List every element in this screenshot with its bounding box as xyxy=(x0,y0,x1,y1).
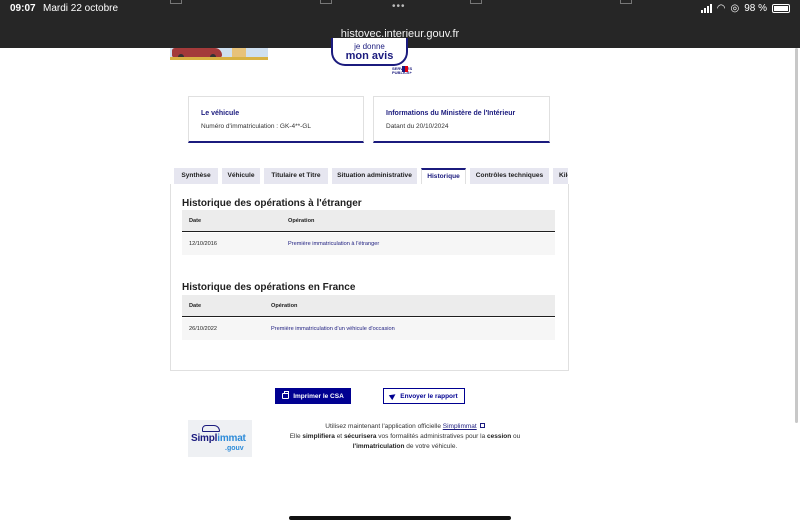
table-row: 26/10/2022 Première immatriculation d'un… xyxy=(182,318,555,340)
simplimmat-logo[interactable]: Simplimmat .gouv xyxy=(188,420,252,457)
tab-hint xyxy=(620,0,632,4)
tab-titulaire[interactable]: Titulaire et Titre xyxy=(264,168,328,184)
send-report-button[interactable]: Envoyer le rapport xyxy=(383,388,465,404)
simplimmat-logo-gouv: .gouv xyxy=(225,445,244,452)
home-indicator[interactable] xyxy=(289,516,511,520)
status-time: 09:07 xyxy=(10,3,36,14)
row-operation: Première immatriculation d'un véhicule d… xyxy=(271,326,395,332)
tab-hint xyxy=(320,0,332,4)
row-date: 12/10/2016 xyxy=(189,241,217,247)
multitask-dots-icon[interactable]: ••• xyxy=(392,1,406,12)
vehicle-card-title: Le véhicule xyxy=(201,110,240,117)
tab-hint xyxy=(170,0,182,4)
ministry-card: Informations du Ministère de l'Intérieur… xyxy=(373,96,550,143)
france-history-table: Date Opération 26/10/2022 Première immat… xyxy=(182,295,555,341)
vehicle-banner-image xyxy=(170,48,268,60)
status-date: Mardi 22 octobre xyxy=(43,3,119,14)
print-csa-button[interactable]: Imprimer le CSA xyxy=(275,388,351,404)
simplimmat-promo-text: Utilisez maintenant l'application offici… xyxy=(289,423,521,450)
row-date: 26/10/2022 xyxy=(189,326,217,332)
report-tabs: Synthèse Véhicule Titulaire et Titre Sit… xyxy=(174,168,568,184)
battery-level: 98 % xyxy=(744,3,767,14)
column-date: Date xyxy=(189,218,202,224)
column-operation: Opération xyxy=(288,218,315,224)
tab-historique[interactable]: Historique xyxy=(421,168,466,184)
registration-number: Numéro d'immatriculation : GK-4**-GL xyxy=(201,123,311,130)
print-csa-label: Imprimer le CSA xyxy=(293,392,344,400)
tab-controles-techniques[interactable]: Contrôles techniques xyxy=(470,168,549,184)
send-icon xyxy=(389,391,398,401)
wifi-icon: ◠ xyxy=(716,3,726,14)
cellular-signal-icon xyxy=(700,4,712,13)
data-date: Datant du 20/10/2024 xyxy=(386,123,449,130)
simplimmat-link[interactable]: Simplimmat xyxy=(443,423,477,430)
row-operation: Première immatriculation à l'étranger xyxy=(288,241,380,247)
tab-kilometrage[interactable]: Kilo xyxy=(553,168,568,184)
foreign-history-table: Date Opération 12/10/2016 Première immat… xyxy=(182,210,555,256)
car-icon xyxy=(202,425,220,432)
give-feedback-button[interactable]: je donne mon avis xyxy=(331,38,408,66)
table-row: 12/10/2016 Première immatriculation à l'… xyxy=(182,233,555,255)
page-scrollbar[interactable] xyxy=(795,48,798,423)
tab-vehicule[interactable]: Véhicule xyxy=(222,168,260,184)
send-report-label: Envoyer le rapport xyxy=(400,392,458,400)
external-link-icon xyxy=(479,423,485,428)
tab-synthese[interactable]: Synthèse xyxy=(174,168,218,184)
feedback-label: mon avis xyxy=(345,50,394,62)
tab-hint xyxy=(470,0,482,4)
battery-icon xyxy=(772,4,790,13)
location-icon: ◎ xyxy=(730,3,740,14)
france-history-title: Historique des opérations en France xyxy=(182,282,356,293)
vehicle-card: Le véhicule Numéro d'immatriculation : G… xyxy=(188,96,364,143)
printer-icon xyxy=(282,391,290,399)
column-operation: Opération xyxy=(271,303,298,309)
marianne-icon xyxy=(402,66,408,72)
column-date: Date xyxy=(189,303,202,309)
services-publics-logo: SERVICES PUBLICS+ xyxy=(392,67,412,75)
simplimmat-logo-word: Simplimmat xyxy=(191,433,246,444)
table-header: Date Opération xyxy=(182,295,555,317)
tab-situation-administrative[interactable]: Situation administrative xyxy=(332,168,417,184)
foreign-history-title: Historique des opérations à l'étranger xyxy=(182,198,362,209)
ministry-card-title: Informations du Ministère de l'Intérieur xyxy=(386,110,516,117)
table-header: Date Opération xyxy=(182,210,555,232)
status-indicators: ◠ ◎ 98 % xyxy=(700,3,790,14)
